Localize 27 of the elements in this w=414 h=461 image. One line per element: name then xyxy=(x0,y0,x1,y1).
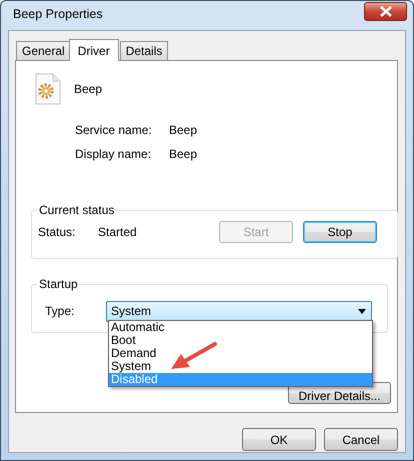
tab[interactable]: Driver xyxy=(68,39,119,61)
dropdown-option[interactable]: Boot xyxy=(109,334,372,347)
tab[interactable]: Details xyxy=(120,41,168,60)
field-value: Beep xyxy=(169,123,198,137)
dropdown-arrow-icon xyxy=(358,308,366,314)
arrow-annotation xyxy=(169,342,217,372)
startup-type-dropdown[interactable]: System xyxy=(106,300,372,322)
dialog-button[interactable]: OK xyxy=(242,428,316,451)
stop-button[interactable]: Stop xyxy=(303,221,377,243)
field-value: Beep xyxy=(169,147,198,161)
dropdown-option[interactable]: Demand xyxy=(109,347,372,360)
status-label: Status: xyxy=(38,225,76,239)
dialog-button[interactable]: Cancel xyxy=(324,428,398,451)
driver-name: Beep xyxy=(74,82,102,98)
close-button[interactable] xyxy=(364,2,407,20)
close-icon xyxy=(378,6,392,16)
dropdown-option[interactable]: Automatic xyxy=(109,321,372,334)
type-label: Type: xyxy=(45,304,76,318)
field-label: Service name: xyxy=(75,123,153,137)
group-title: Current status xyxy=(38,203,116,217)
gear-file-icon xyxy=(35,73,61,105)
window-title: Beep Properties xyxy=(12,6,103,20)
status-value: Started xyxy=(98,225,138,239)
tab[interactable]: General xyxy=(16,41,71,60)
group-title: Startup xyxy=(38,277,79,291)
dropdown-option[interactable]: System xyxy=(109,360,372,373)
field-label: Display name: xyxy=(75,147,152,161)
